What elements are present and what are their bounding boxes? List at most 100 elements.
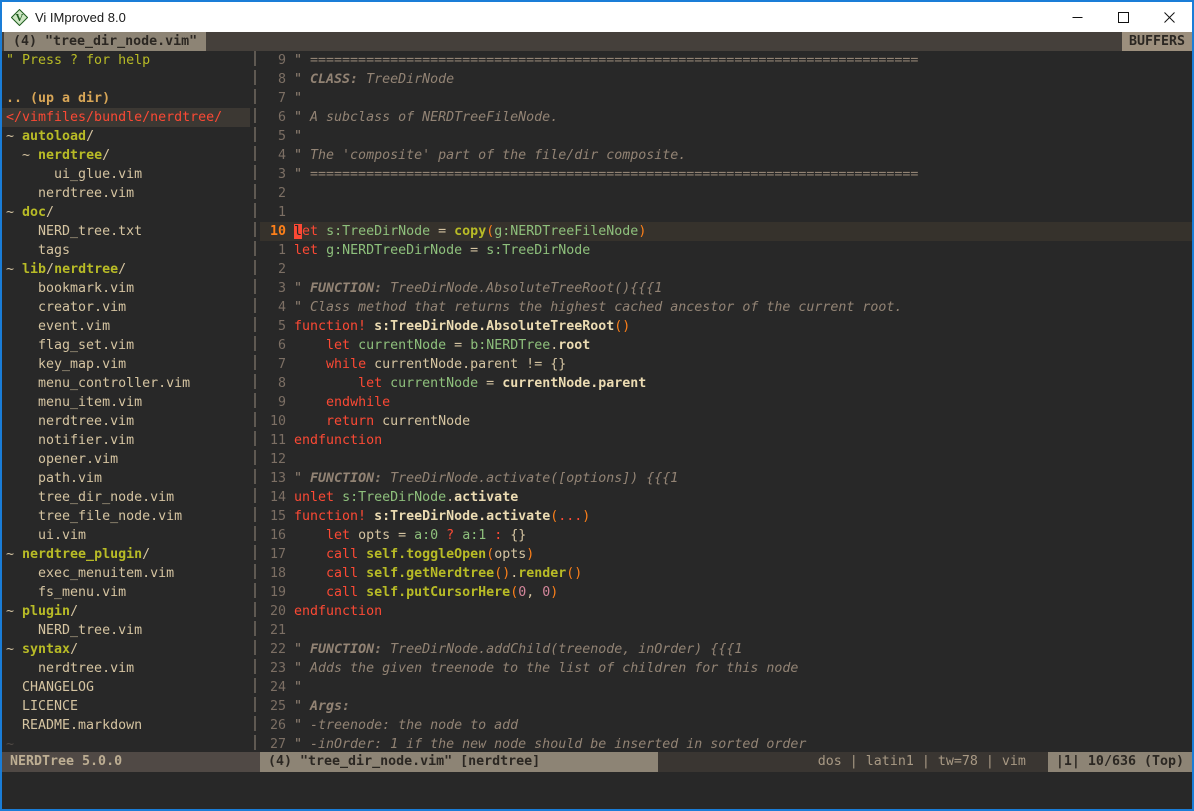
- maximize-button[interactable]: [1100, 2, 1146, 32]
- code-line[interactable]: 27" -inOrder: 1 if the new node should b…: [260, 735, 1192, 752]
- tree-item[interactable]: ~ plugin/: [2, 602, 250, 621]
- tree-item[interactable]: menu_item.vim: [2, 393, 250, 412]
- code-line[interactable]: 5function! s:TreeDirNode.AbsoluteTreeRoo…: [260, 317, 1192, 336]
- tree-item[interactable]: .. (up a dir): [2, 89, 250, 108]
- tree-item[interactable]: tree_dir_node.vim: [2, 488, 250, 507]
- tree-item[interactable]: tree_file_node.vim: [2, 507, 250, 526]
- tab-line: (4) "tree_dir_node.vim" BUFFERS: [2, 32, 1192, 51]
- code-line[interactable]: 2: [260, 184, 1192, 203]
- tree-item[interactable]: key_map.vim: [2, 355, 250, 374]
- code-line[interactable]: 10 return currentNode: [260, 412, 1192, 431]
- close-icon: [1164, 12, 1175, 23]
- minimize-button[interactable]: [1054, 2, 1100, 32]
- code-line[interactable]: 7": [260, 89, 1192, 108]
- tree-item[interactable]: ~ lib/nerdtree/: [2, 260, 250, 279]
- tree-item[interactable]: ui_glue.vim: [2, 165, 250, 184]
- tree-item[interactable]: path.vim: [2, 469, 250, 488]
- code-buffer: 9" =====================================…: [260, 51, 1192, 752]
- code-line[interactable]: 1let g:NERDTreeDirNode = s:TreeDirNode: [260, 241, 1192, 260]
- code-line[interactable]: 8 let currentNode = currentNode.parent: [260, 374, 1192, 393]
- tree-item[interactable]: </vimfiles/bundle/nerdtree/: [2, 108, 250, 127]
- code-line[interactable]: 25" Args:: [260, 697, 1192, 716]
- tree-item[interactable]: creator.vim: [2, 298, 250, 317]
- code-line[interactable]: 9" =====================================…: [260, 51, 1192, 70]
- tree-item[interactable]: ~: [2, 735, 250, 752]
- code-line[interactable]: 26" -treenode: the node to add: [260, 716, 1192, 735]
- code-line[interactable]: 6" A subclass of NERDTreeFileNode.: [260, 108, 1192, 127]
- code-line[interactable]: 11endfunction: [260, 431, 1192, 450]
- code-line[interactable]: 4" The 'composite' part of the file/dir …: [260, 146, 1192, 165]
- code-line[interactable]: 18 call self.getNerdtree().render(): [260, 564, 1192, 583]
- tree-item[interactable]: nerdtree.vim: [2, 184, 250, 203]
- tree-item[interactable]: bookmark.vim: [2, 279, 250, 298]
- window-title: Vi IMproved 8.0: [35, 10, 126, 25]
- code-line[interactable]: 14unlet s:TreeDirNode.activate: [260, 488, 1192, 507]
- code-line[interactable]: 19 call self.putCursorHere(0, 0): [260, 583, 1192, 602]
- code-line[interactable]: 20endfunction: [260, 602, 1192, 621]
- nerdtree-panel: " Press ? for help .. (up a dir)</vimfile…: [2, 51, 250, 752]
- code-line[interactable]: 12: [260, 450, 1192, 469]
- command-line-area[interactable]: [2, 772, 1192, 809]
- tree-item[interactable]: event.vim: [2, 317, 250, 336]
- tree-item[interactable]: " Press ? for help: [2, 51, 250, 70]
- tree-item[interactable]: flag_set.vim: [2, 336, 250, 355]
- svg-text:V: V: [16, 12, 24, 24]
- code-line[interactable]: 8" CLASS: TreeDirNode: [260, 70, 1192, 89]
- tree-item[interactable]: ~ syntax/: [2, 640, 250, 659]
- window-split-separator[interactable]: [250, 51, 260, 752]
- tree-item[interactable]: menu_controller.vim: [2, 374, 250, 393]
- code-line[interactable]: 4" Class method that returns the highest…: [260, 298, 1192, 317]
- tree-item[interactable]: ui.vim: [2, 526, 250, 545]
- code-line[interactable]: 6 let currentNode = b:NERDTree.root: [260, 336, 1192, 355]
- code-line[interactable]: 2: [260, 260, 1192, 279]
- tree-item[interactable]: tags: [2, 241, 250, 260]
- tree-item[interactable]: README.markdown: [2, 716, 250, 735]
- code-line[interactable]: 17 call self.toggleOpen(opts): [260, 545, 1192, 564]
- tab-tree-dir-node[interactable]: (4) "tree_dir_node.vim": [4, 32, 206, 51]
- tree-item[interactable]: CHANGELOG: [2, 678, 250, 697]
- main-area: " Press ? for help .. (up a dir)</vimfile…: [2, 51, 1192, 752]
- statusline-filename: (4) "tree_dir_node.vim" [nerdtree]: [260, 752, 658, 772]
- code-line[interactable]: 22" FUNCTION: TreeDirNode.addChild(treen…: [260, 640, 1192, 659]
- buffers-label[interactable]: BUFFERS: [1122, 32, 1192, 51]
- window-controls: [1054, 2, 1192, 32]
- statusline-position: |1| 10/636 (Top): [1048, 752, 1192, 772]
- code-line[interactable]: 3" FUNCTION: TreeDirNode.AbsoluteTreeRoo…: [260, 279, 1192, 298]
- tree-item[interactable]: LICENCE: [2, 697, 250, 716]
- code-line[interactable]: 16 let opts = a:0 ? a:1 : {}: [260, 526, 1192, 545]
- code-line[interactable]: 1: [260, 203, 1192, 222]
- tabline-spacer: [206, 32, 1122, 51]
- code-line[interactable]: 23" Adds the given treenode to the list …: [260, 659, 1192, 678]
- tree-item[interactable]: notifier.vim: [2, 431, 250, 450]
- tree-item[interactable]: opener.vim: [2, 450, 250, 469]
- tree-item[interactable]: fs_menu.vim: [2, 583, 250, 602]
- code-line[interactable]: 7 while currentNode.parent != {}: [260, 355, 1192, 374]
- tree-item[interactable]: nerdtree.vim: [2, 659, 250, 678]
- code-line[interactable]: 9 endwhile: [260, 393, 1192, 412]
- code-line[interactable]: 5": [260, 127, 1192, 146]
- vim-window: V Vi IMproved 8.0 (4) "tree_dir_node.vim…: [0, 0, 1194, 811]
- code-line[interactable]: 15function! s:TreeDirNode.activate(...): [260, 507, 1192, 526]
- code-line[interactable]: 10let s:TreeDirNode = copy(g:NERDTreeFil…: [260, 222, 1192, 241]
- tree-item[interactable]: ~ nerdtree/: [2, 146, 250, 165]
- vim-app-icon: V: [11, 9, 28, 26]
- status-bar: NERDTree 5.0.0 (4) "tree_dir_node.vim" […: [2, 752, 1192, 772]
- tree-item[interactable]: ~ autoload/: [2, 127, 250, 146]
- close-button[interactable]: [1146, 2, 1192, 32]
- maximize-icon: [1118, 12, 1129, 23]
- statusline-flags: dos | latin1 | tw=78 | vim: [658, 752, 1048, 772]
- code-line[interactable]: 13" FUNCTION: TreeDirNode.activate([opti…: [260, 469, 1192, 488]
- tree-item[interactable]: ~ nerdtree_plugin/: [2, 545, 250, 564]
- code-line[interactable]: 21: [260, 621, 1192, 640]
- code-line[interactable]: 24": [260, 678, 1192, 697]
- tree-item[interactable]: NERD_tree.txt: [2, 222, 250, 241]
- tree-item[interactable]: NERD_tree.vim: [2, 621, 250, 640]
- title-bar: V Vi IMproved 8.0: [2, 2, 1192, 32]
- tree-item[interactable]: exec_menuitem.vim: [2, 564, 250, 583]
- nerdtree-statusline: NERDTree 5.0.0: [2, 752, 260, 772]
- tree-item[interactable]: nerdtree.vim: [2, 412, 250, 431]
- tree-item[interactable]: [2, 70, 250, 89]
- code-line[interactable]: 3" =====================================…: [260, 165, 1192, 184]
- tree-item[interactable]: ~ doc/: [2, 203, 250, 222]
- minimize-icon: [1072, 12, 1083, 23]
